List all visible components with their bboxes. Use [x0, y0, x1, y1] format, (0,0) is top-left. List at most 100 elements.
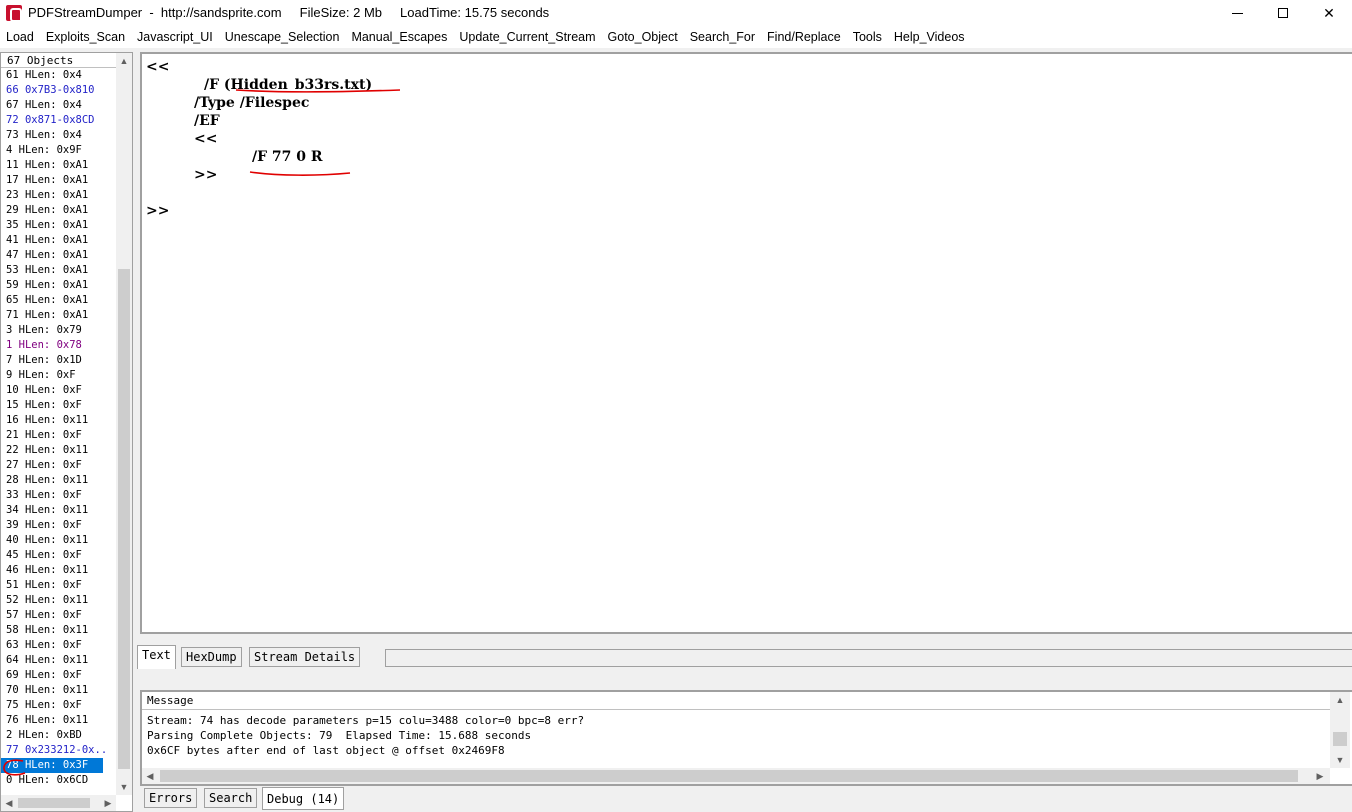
object-list-item[interactable]: 53 HLen: 0xA1 [1, 263, 116, 278]
object-list-item[interactable]: 77 0x233212-0x.. [1, 743, 116, 758]
close-button[interactable]: ✕ [1306, 0, 1352, 26]
view-tab-bar: Text HexDump Stream Details [137, 645, 1352, 669]
object-list-item[interactable]: 2 HLen: 0xBD [1, 728, 116, 743]
object-list-item[interactable]: 7 HLen: 0x1D [1, 353, 116, 368]
scroll-up-icon[interactable]: ▲ [116, 53, 132, 69]
menu-javascript-ui[interactable]: Javascript_UI [131, 30, 219, 44]
object-list-item[interactable]: 11 HLen: 0xA1 [1, 158, 116, 173]
scroll-right-icon[interactable]: ▶ [1312, 768, 1328, 784]
object-list-panel: 67 Objects 61 HLen: 0x4 66 0x7B3-0x810 67 … [0, 52, 133, 812]
menu-unescape-selection[interactable]: Unescape_Selection [219, 30, 346, 44]
object-list-item[interactable]: 10 HLen: 0xF [1, 383, 116, 398]
menu-exploits-scan[interactable]: Exploits_Scan [40, 30, 131, 44]
message-vertical-scrollbar[interactable]: ▲ ▼ [1330, 692, 1350, 768]
object-list-item[interactable]: 51 HLen: 0xF [1, 578, 116, 593]
object-list-item[interactable]: 34 HLen: 0x11 [1, 503, 116, 518]
menu-goto-object[interactable]: Goto_Object [602, 30, 684, 44]
object-list-item[interactable]: 73 HLen: 0x4 [1, 128, 116, 143]
stream-text-view[interactable]: << /F (Hidden_b33rs.txt) /Type /Filespec… [140, 52, 1352, 634]
object-list-vertical-scrollbar[interactable]: ▲ ▼ [116, 53, 132, 795]
minimize-button[interactable] [1214, 0, 1260, 26]
message-column-header[interactable]: Message [142, 692, 1330, 710]
scrollbar-thumb[interactable] [1333, 732, 1347, 746]
object-list-item[interactable]: 21 HLen: 0xF [1, 428, 116, 443]
menu-find-replace[interactable]: Find/Replace [761, 30, 847, 44]
object-list: 61 HLen: 0x4 66 0x7B3-0x810 67 HLen: 0x4 72… [1, 68, 116, 788]
menu-help-videos[interactable]: Help_Videos [888, 30, 971, 44]
object-list-item[interactable]: 69 HLen: 0xF [1, 668, 116, 683]
menu-update-current-stream[interactable]: Update_Current_Stream [453, 30, 601, 44]
scroll-left-icon[interactable]: ◀ [1, 795, 17, 811]
object-list-item[interactable]: 17 HLen: 0xA1 [1, 173, 116, 188]
message-line[interactable]: Stream: 74 has decode parameters p=15 co… [147, 713, 584, 728]
object-list-item[interactable]: 4 HLen: 0x9F [1, 143, 116, 158]
object-list-item[interactable]: 33 HLen: 0xF [1, 488, 116, 503]
object-list-item[interactable]: 23 HLen: 0xA1 [1, 188, 116, 203]
tab-text[interactable]: Text [137, 645, 176, 669]
object-list-item[interactable]: 59 HLen: 0xA1 [1, 278, 116, 293]
status-field [385, 649, 1352, 667]
object-list-item[interactable]: 75 HLen: 0xF [1, 698, 116, 713]
object-list-item[interactable]: 57 HLen: 0xF [1, 608, 116, 623]
object-list-horizontal-scrollbar[interactable]: ◀ ▶ [1, 795, 116, 811]
tab-stream-details[interactable]: Stream Details [249, 647, 361, 667]
object-list-item[interactable]: 52 HLen: 0x11 [1, 593, 116, 608]
tab-debug[interactable]: Debug (14) [262, 787, 345, 810]
object-list-item[interactable]: 65 HLen: 0xA1 [1, 293, 116, 308]
object-list-item[interactable]: 58 HLen: 0x11 [1, 623, 116, 638]
pdf-app-icon [6, 5, 22, 22]
text-line: >> [146, 203, 170, 219]
object-list-item[interactable]: 64 HLen: 0x11 [1, 653, 116, 668]
maximize-icon [1278, 8, 1288, 18]
tab-search[interactable]: Search [204, 788, 258, 808]
scroll-right-icon[interactable]: ▶ [100, 795, 116, 811]
message-line[interactable]: 0x6CF bytes after end of last object @ o… [147, 743, 584, 758]
object-list-item[interactable]: 67 HLen: 0x4 [1, 98, 116, 113]
object-list-item[interactable]: 16 HLen: 0x11 [1, 413, 116, 428]
text-line: /F 77 0 R [252, 149, 323, 165]
object-list-item[interactable]: 9 HLen: 0xF [1, 368, 116, 383]
object-list-item[interactable]: 61 HLen: 0x4 [1, 68, 116, 83]
object-list-item[interactable]: 29 HLen: 0xA1 [1, 203, 116, 218]
object-list-item[interactable]: 72 0x871-0x8CD [1, 113, 116, 128]
object-list-item[interactable]: 27 HLen: 0xF [1, 458, 116, 473]
tab-hexdump[interactable]: HexDump [181, 647, 242, 667]
object-list-item[interactable]: 1 HLen: 0x78 [1, 338, 116, 353]
scrollbar-thumb[interactable] [18, 798, 90, 808]
object-list-item[interactable]: 45 HLen: 0xF [1, 548, 116, 563]
tab-errors[interactable]: Errors [144, 788, 198, 808]
maximize-button[interactable] [1260, 0, 1306, 26]
red-underline-annotation [249, 171, 351, 176]
scrollbar-thumb[interactable] [118, 269, 130, 769]
text-line: /Type /Filespec [194, 95, 310, 111]
object-list-header[interactable]: 67 Objects [1, 53, 116, 68]
scroll-down-icon[interactable]: ▼ [116, 779, 132, 795]
object-list-item[interactable]: 22 HLen: 0x11 [1, 443, 116, 458]
object-list-item[interactable]: 63 HLen: 0xF [1, 638, 116, 653]
object-list-item[interactable]: 28 HLen: 0x11 [1, 473, 116, 488]
object-list-item[interactable]: 46 HLen: 0x11 [1, 563, 116, 578]
object-list-item[interactable]: 3 HLen: 0x79 [1, 323, 116, 338]
message-line[interactable]: Parsing Complete Objects: 79 Elapsed Tim… [147, 728, 584, 743]
scroll-down-icon[interactable]: ▼ [1332, 752, 1348, 768]
menu-search-for[interactable]: Search_For [684, 30, 761, 44]
text-line: >> [194, 167, 218, 183]
menu-load[interactable]: Load [0, 30, 40, 44]
object-list-item[interactable]: 15 HLen: 0xF [1, 398, 116, 413]
message-horizontal-scrollbar[interactable]: ◀ ▶ [142, 768, 1330, 784]
object-list-item[interactable]: 40 HLen: 0x11 [1, 533, 116, 548]
scroll-left-icon[interactable]: ◀ [142, 768, 158, 784]
close-icon: ✕ [1323, 4, 1335, 21]
object-list-item[interactable]: 35 HLen: 0xA1 [1, 218, 116, 233]
scroll-up-icon[interactable]: ▲ [1332, 692, 1348, 708]
object-list-item[interactable]: 71 HLen: 0xA1 [1, 308, 116, 323]
object-list-item[interactable]: 47 HLen: 0xA1 [1, 248, 116, 263]
object-list-item[interactable]: 76 HLen: 0x11 [1, 713, 116, 728]
scrollbar-thumb[interactable] [160, 770, 1298, 782]
object-list-item[interactable]: 39 HLen: 0xF [1, 518, 116, 533]
menu-tools[interactable]: Tools [847, 30, 888, 44]
object-list-item[interactable]: 41 HLen: 0xA1 [1, 233, 116, 248]
object-list-item[interactable]: 70 HLen: 0x11 [1, 683, 116, 698]
object-list-item[interactable]: 66 0x7B3-0x810 [1, 83, 116, 98]
menu-manual-escapes[interactable]: Manual_Escapes [345, 30, 453, 44]
